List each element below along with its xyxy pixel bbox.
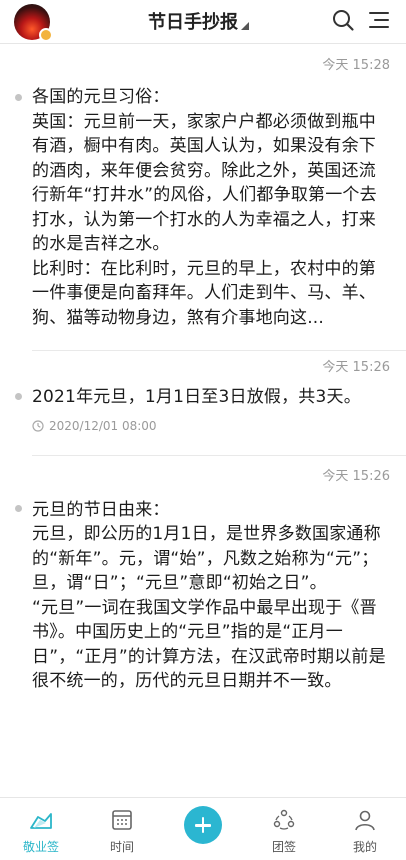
bullet-dot-icon: [15, 393, 22, 400]
note-item[interactable]: 今天 15:28 各国的元旦习俗： 英国：元旦前一天，家家户户都必须做到瓶中有酒…: [0, 45, 406, 350]
tab-label: 时间: [109, 840, 134, 854]
top-bar: 节日手抄报: [0, 0, 406, 44]
bottom-tab-bar: 敬业签 时间 团签 我的: [0, 797, 406, 860]
note-item[interactable]: 今天 15:26 2021年元旦，1月1日至3日放假，共3天。 2020/12/…: [0, 351, 406, 455]
search-icon[interactable]: [331, 8, 355, 32]
tab-label: 我的: [352, 840, 377, 854]
profile-icon: [355, 810, 375, 831]
reminder-row: 2020/12/01 08:00: [32, 419, 386, 433]
group-icon: [273, 809, 295, 830]
page-title: 节日手抄报: [148, 12, 238, 33]
note-time: 今天 15:28: [322, 58, 390, 73]
note-time: 今天 15:26: [322, 468, 390, 484]
note-text: 元旦的节日由来： 元旦，即公历的1月1日，是世界多数国家通称的“新年”。元，谓“…: [32, 499, 386, 692]
note-list[interactable]: 今天 15:28 各国的元旦习俗： 英国：元旦前一天，家家户户都必须做到瓶中有酒…: [0, 45, 406, 797]
note-icon: [30, 813, 52, 829]
dropdown-triangle-icon: [241, 21, 249, 30]
bullet-dot-icon: [15, 504, 22, 512]
note-item[interactable]: 今天 15:26 元旦的节日由来： 元旦，即公历的1月1日，是世界多数国家通称的…: [0, 456, 406, 704]
notebook-switcher[interactable]: 节日手抄报: [148, 8, 249, 34]
tab-label: 团签: [271, 840, 296, 854]
tab-profile[interactable]: 我的: [330, 798, 400, 860]
note-text: 各国的元旦习俗： 英国：元旦前一天，家家户户都必须做到瓶中有酒，橱中有肉。英国人…: [32, 87, 377, 328]
add-note-button[interactable]: [184, 806, 222, 844]
tab-label: 敬业签: [22, 840, 59, 854]
note-text: 2021年元旦，1月1日至3日放假，共3天。: [32, 387, 361, 407]
vip-badge-icon: [39, 28, 53, 42]
reminder-time: 2020/12/01 08:00: [49, 418, 157, 433]
note-time: 今天 15:26: [322, 360, 390, 375]
tab-group[interactable]: 团签: [249, 798, 319, 860]
tab-notes[interactable]: 敬业签: [6, 798, 76, 860]
tab-time[interactable]: 时间: [87, 798, 157, 860]
clock-icon: [32, 419, 44, 432]
bullet-dot-icon: [15, 94, 22, 101]
avatar[interactable]: [14, 4, 53, 42]
menu-icon[interactable]: [367, 9, 391, 31]
calendar-icon: [112, 810, 132, 830]
